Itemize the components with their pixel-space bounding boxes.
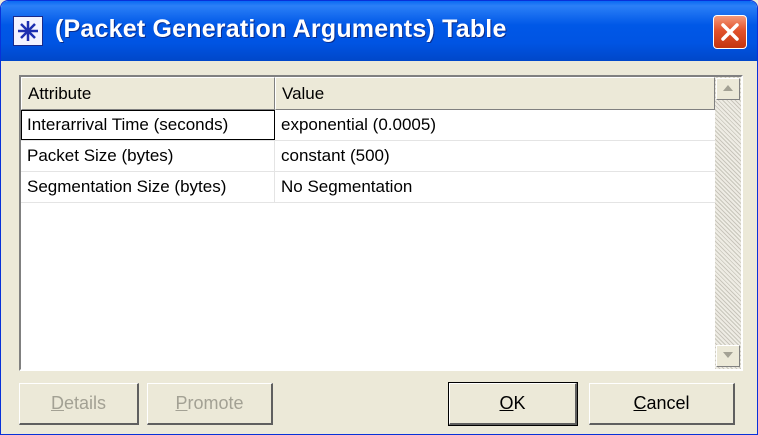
close-icon xyxy=(721,23,739,41)
value-cell[interactable]: No Segmentation xyxy=(275,172,715,202)
details-label: etails xyxy=(63,393,107,413)
table-row[interactable]: Interarrival Time (seconds) exponential … xyxy=(21,110,715,141)
ok-mnemonic: O xyxy=(499,393,514,413)
table-star-icon xyxy=(13,16,43,46)
arrow-down-icon xyxy=(723,352,733,358)
title-bar[interactable]: (Packet Generation Arguments) Table xyxy=(1,1,757,61)
column-header-value[interactable]: Value xyxy=(275,77,715,110)
attribute-cell[interactable]: Packet Size (bytes) xyxy=(21,141,275,171)
promote-button[interactable]: Promote xyxy=(147,383,273,425)
value-cell[interactable]: constant (500) xyxy=(275,141,715,171)
details-mnemonic: D xyxy=(50,393,64,413)
promote-mnemonic: P xyxy=(175,393,188,413)
dialog-body: Attribute Value Interarrival Time (secon… xyxy=(5,61,753,432)
dialog-window: (Packet Generation Arguments) Table Attr… xyxy=(0,0,758,435)
arrow-up-icon xyxy=(723,85,733,91)
table-row[interactable]: Packet Size (bytes) constant (500) xyxy=(21,141,715,172)
table-header: Attribute Value xyxy=(21,77,715,110)
attribute-cell[interactable]: Segmentation Size (bytes) xyxy=(21,172,275,202)
value-cell[interactable]: exponential (0.0005) xyxy=(275,110,715,140)
table-row[interactable]: Segmentation Size (bytes) No Segmentatio… xyxy=(21,172,715,203)
column-header-attribute[interactable]: Attribute xyxy=(21,77,275,110)
window-title: (Packet Generation Arguments) Table xyxy=(55,15,507,43)
scroll-down-button[interactable] xyxy=(716,345,740,367)
cancel-button[interactable]: Cancel xyxy=(589,383,735,425)
table-grid: Attribute Value Interarrival Time (secon… xyxy=(21,77,715,369)
promote-label: romote xyxy=(187,393,244,413)
attribute-table: Attribute Value Interarrival Time (secon… xyxy=(19,75,743,371)
details-button[interactable]: Details xyxy=(19,383,139,425)
ok-label: K xyxy=(513,393,526,413)
cancel-label: ancel xyxy=(646,393,690,413)
scroll-up-button[interactable] xyxy=(716,78,740,100)
ok-button[interactable]: OK xyxy=(448,382,578,426)
vertical-scrollbar[interactable] xyxy=(715,77,741,369)
cancel-mnemonic: C xyxy=(633,393,647,413)
attribute-cell[interactable]: Interarrival Time (seconds) xyxy=(21,110,275,140)
close-button[interactable] xyxy=(713,15,747,49)
